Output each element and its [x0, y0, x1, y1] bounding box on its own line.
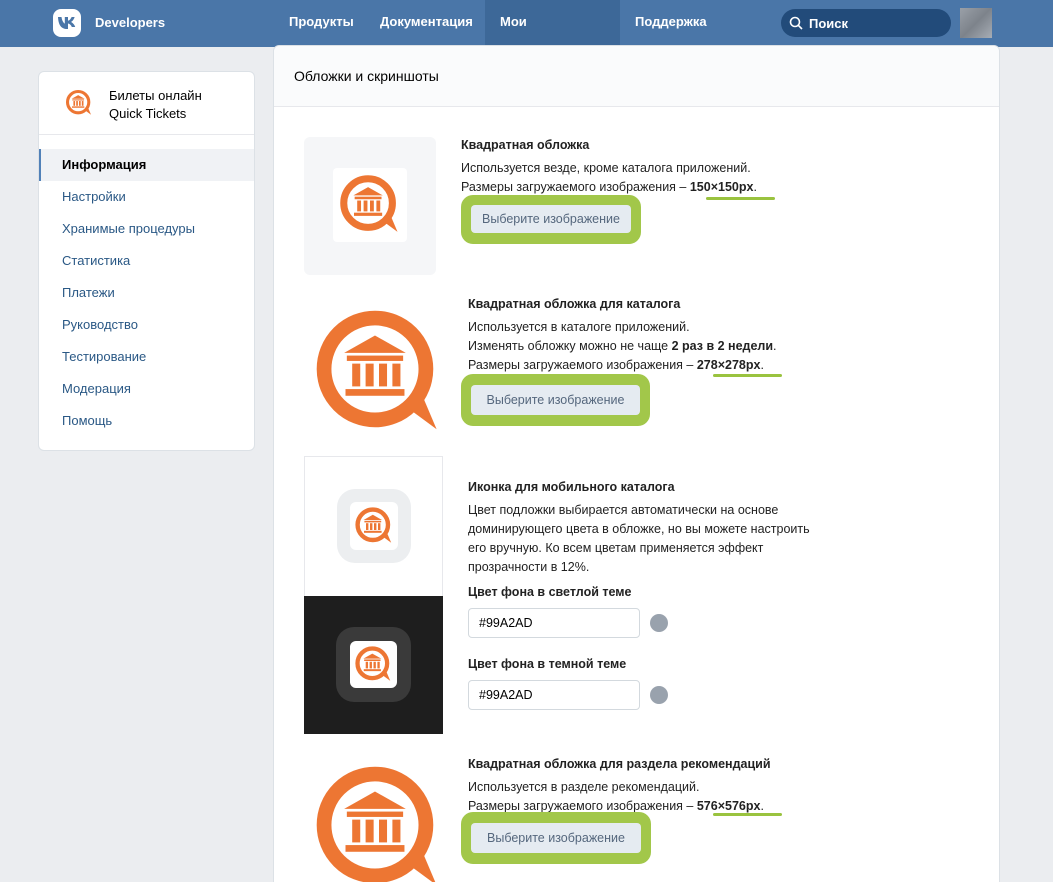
mobile-icon-description: Цвет подложки выбирается автоматически н…	[468, 503, 810, 574]
avatar[interactable]	[960, 8, 992, 38]
sidebar-item-stats[interactable]: Статистика	[39, 245, 254, 277]
size-highlight	[713, 374, 782, 377]
app-logo-icon	[65, 89, 93, 117]
app-subtitle: Quick Tickets	[109, 106, 187, 121]
square-cover-description: Используется везде, кроме каталога прило…	[461, 161, 757, 194]
page-title: Обложки и скриншоты	[294, 68, 439, 84]
recommend-cover-size: 576×576px	[696, 799, 761, 813]
mobile-icon-title: Иконка для мобильного каталога	[468, 480, 675, 494]
sidebar-item-guide[interactable]: Руководство	[39, 309, 254, 341]
square-cover-preview	[304, 137, 436, 275]
choose-image-button-square[interactable]: Выберите изображение	[471, 205, 631, 233]
ticket-logo-icon	[354, 506, 394, 546]
app-header[interactable]: Билеты онлайн Quick Tickets	[39, 72, 254, 135]
nav-products[interactable]: Продукты	[274, 0, 369, 47]
mobile-light-preview	[304, 456, 443, 596]
mobile-dark-preview	[304, 596, 443, 734]
dark-theme-color-input[interactable]	[468, 680, 640, 710]
size-highlight	[713, 813, 782, 816]
square-cover-title: Квадратная обложка	[461, 138, 590, 152]
search-placeholder: Поиск	[809, 16, 849, 31]
sidebar-item-testing[interactable]: Тестирование	[39, 341, 254, 373]
search-icon	[789, 16, 803, 30]
dark-color-swatch[interactable]	[650, 686, 668, 704]
highlight-frame: Выберите изображение	[461, 812, 651, 864]
recommend-cover-title: Квадратная обложка для раздела рекоменда…	[468, 757, 771, 771]
nav-support[interactable]: Поддержка	[620, 0, 722, 47]
top-header: Developers Продукты Документация Мои при…	[0, 0, 1053, 73]
choose-image-button-catalog[interactable]: Выберите изображение	[471, 385, 640, 415]
recommend-cover-preview-icon	[312, 762, 446, 882]
vk-logo-icon[interactable]	[53, 9, 81, 37]
choose-image-button-recommend[interactable]: Выберите изображение	[471, 823, 641, 853]
highlight-frame: Выберите изображение	[461, 195, 641, 244]
panel-header: Обложки и скриншоты	[274, 46, 999, 107]
highlight-frame: Выберите изображение	[461, 374, 650, 426]
recommend-cover-description: Используется в разделе рекомендаций. Раз…	[468, 780, 764, 813]
catalog-cover-title: Квадратная обложка для каталога	[468, 297, 681, 311]
sidebar-item-info[interactable]: Информация	[39, 149, 254, 181]
sidebar-item-moderation[interactable]: Модерация	[39, 373, 254, 405]
sidebar: Билеты онлайн Quick Tickets Информация Н…	[38, 71, 255, 451]
sidebar-item-help[interactable]: Помощь	[39, 405, 254, 437]
sidebar-item-payments[interactable]: Платежи	[39, 277, 254, 309]
brand-title[interactable]: Developers	[95, 15, 165, 30]
app-name: Билеты онлайн	[109, 88, 202, 103]
light-theme-label: Цвет фона в светлой теме	[468, 585, 632, 599]
sidebar-item-settings[interactable]: Настройки	[39, 181, 254, 213]
dark-theme-label: Цвет фона в темной теме	[468, 657, 627, 671]
search-input[interactable]: Поиск	[781, 9, 951, 37]
catalog-cover-size: 278×278px	[696, 358, 761, 372]
light-color-swatch[interactable]	[650, 614, 668, 632]
ticket-logo-icon	[354, 645, 393, 684]
size-highlight	[706, 197, 775, 200]
nav-my-apps[interactable]: Мои приложения	[485, 0, 620, 73]
sidebar-item-procedures[interactable]: Хранимые процедуры	[39, 213, 254, 245]
light-theme-color-input[interactable]	[468, 608, 640, 638]
catalog-cover-preview-icon	[312, 306, 446, 440]
square-cover-size: 150×150px	[689, 180, 754, 194]
catalog-cover-description: Используется в каталоге приложений. Изме…	[468, 320, 777, 372]
nav-documentation[interactable]: Документация	[365, 0, 488, 47]
ticket-logo-icon	[338, 173, 402, 237]
